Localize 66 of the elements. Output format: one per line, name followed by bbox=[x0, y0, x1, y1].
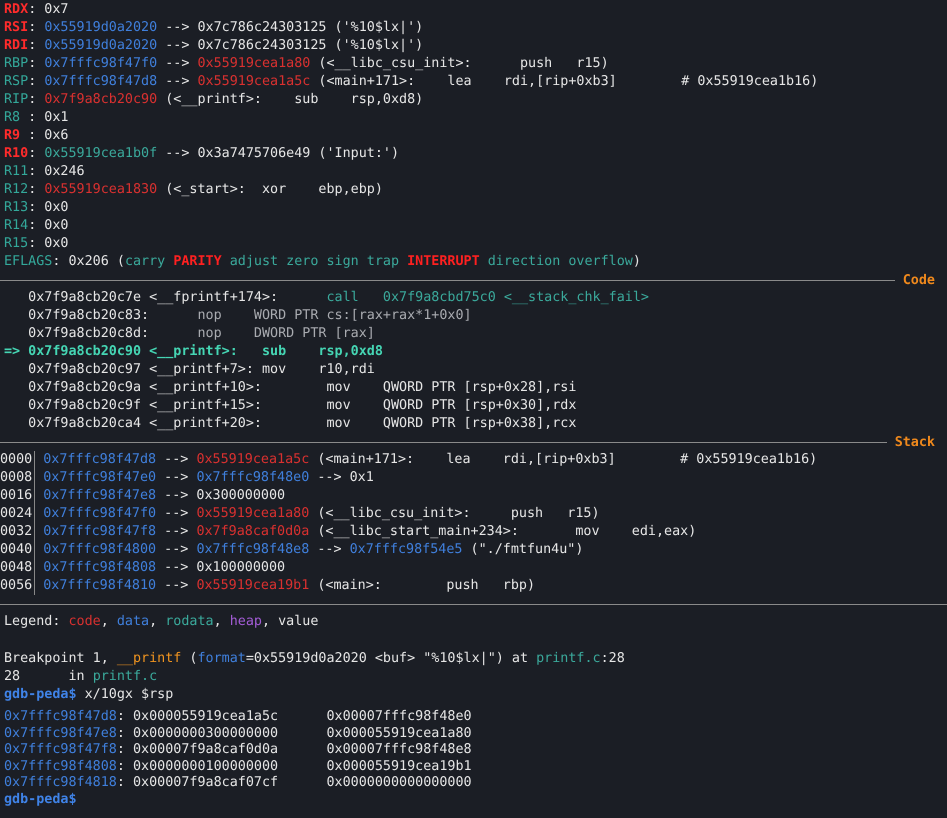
disassembly-line: => 0x7f9a8cb20c90 <__printf>: sub rsp,0xd8 bbox=[3, 343, 384, 361]
register-name: RIP bbox=[4, 92, 28, 107]
stack-entry: 0x7fffc98f4808 --> 0x100000000 bbox=[43, 560, 286, 575]
register-name: R10 bbox=[4, 146, 28, 161]
console-line: 0x7fffc98f4818: 0x00007f9a8caf07cf 0x0000000000000000 bbox=[3, 775, 473, 792]
register-value: : 0x7 bbox=[28, 2, 68, 17]
register-value: : 0x7f9a8cb20c90 (<__printf>: sub rsp,0xd8) bbox=[28, 92, 424, 107]
console-line: Breakpoint 1, __printf (format=0x55919d0a2020 <buf> "%10$lx|") at printf.c:28 bbox=[3, 650, 626, 668]
register-value: : 0x7fffc98f47d8 --> 0x55919cea1a5c (<main+171>: lea rdi,[rip+0xb3] # 0x55919cea1b16) bbox=[28, 74, 818, 89]
disassembly-line: 0x7f9a8cb20c9f <__printf+15>: mov QWORD PTR [rsp+0x30],rdx bbox=[27, 397, 578, 415]
register-value: : 0x55919cea1b0f --> 0x3a7475706e49 ('Input:') bbox=[28, 146, 400, 161]
section-title: Stack bbox=[894, 434, 936, 450]
register-name: R12 bbox=[4, 182, 28, 197]
console-line: gdb-peda$ bbox=[3, 792, 78, 809]
disassembly-line: 0x7f9a8cb20c97 <__printf+7>: mov r10,rdi bbox=[27, 361, 376, 379]
console-line: 28 in printf.c bbox=[3, 668, 158, 686]
disassembly-line: 0x7f9a8cb20ca4 <__printf+20>: mov QWORD PTR [rsp+0x38],rcx bbox=[27, 415, 578, 433]
stack-entry: 0x7fffc98f47d8 --> 0x55919cea1a5c (<main+171>: lea rdi,[rip+0xb3] # 0x55919cea1b16) bbox=[43, 452, 818, 467]
register-value: : 0x0 bbox=[28, 218, 68, 233]
console-line: 0x7fffc98f4808: 0x0000000100000000 0x000055919cea19b1 bbox=[3, 758, 473, 776]
stack-entry: 0x7fffc98f4800 --> 0x7fffc98f48e8 --> 0x7fffc98f54e5 ("./fmtfun4u") bbox=[43, 542, 584, 557]
register-name: RSP bbox=[4, 74, 28, 89]
register-name: R11 bbox=[4, 164, 28, 179]
register-value: : 0x0 bbox=[28, 200, 68, 215]
register-value: : 0x55919d0a2020 --> 0x7c786c24303125 ('%10$lx|') bbox=[28, 38, 424, 53]
console-line: 0x7fffc98f47f8: 0x00007f9a8caf0d0a 0x00007fffc98f48e8 bbox=[3, 742, 473, 759]
register-value: : 0x246 bbox=[28, 164, 85, 179]
console-line: gdb-peda$ x/10gx $rsp bbox=[3, 686, 174, 704]
register-value: : 0x1 bbox=[27, 110, 68, 125]
register-name: R13 bbox=[4, 200, 28, 215]
register-value: : 0x0 bbox=[28, 236, 68, 251]
stack-entry: 0x7fffc98f47e8 --> 0x300000000 bbox=[43, 488, 286, 503]
stack-offset: 0056 bbox=[0, 577, 36, 595]
stack-entry: 0x7fffc98f4810 --> 0x55919cea19b1 (<main>: push rbp) bbox=[43, 578, 536, 593]
stack-offset: 0032 bbox=[0, 523, 36, 541]
stack-offset: 0016 bbox=[0, 487, 36, 505]
stack-offset: 0024 bbox=[0, 505, 36, 523]
register-name: RSI bbox=[4, 20, 28, 35]
stack-offset: 0048 bbox=[0, 559, 36, 577]
register-value: : 0x7fffc98f47f0 --> 0x55919cea1a80 (<__libc_csu_init>: push r15) bbox=[28, 56, 609, 71]
register-value: : 0x6 bbox=[27, 128, 68, 143]
disassembly-line: 0x7f9a8cb20c8d: nop DWORD PTR [rax] bbox=[27, 325, 376, 343]
stack-offset: 0008 bbox=[0, 469, 36, 487]
register-name: R14 bbox=[4, 218, 28, 233]
register-name: R8 bbox=[4, 110, 20, 125]
section-title: Code bbox=[902, 272, 936, 288]
stack-entry: 0x7fffc98f47f8 --> 0x7f9a8caf0d0a (<__libc_start_main+234>: mov edi,eax) bbox=[43, 524, 696, 539]
disassembly-line: 0x7f9a8cb20c9a <__printf+10>: mov QWORD PTR [rsp+0x28],rsi bbox=[27, 379, 578, 397]
register-value: : 0x206 (carry PARITY adjust zero sign trap INTERRUPT direction overflow) bbox=[52, 254, 641, 269]
disassembly-line: 0x7f9a8cb20c83: nop WORD PTR cs:[rax+rax*1+0x0] bbox=[27, 307, 473, 325]
console-line: 0x7fffc98f47e8: 0x0000000300000000 0x000055919cea1a80 bbox=[3, 726, 473, 742]
disassembly-line: 0x7f9a8cb20c7e <__fprintf+174>: call 0x7f9a8cbd75c0 <__stack_chk_fail> bbox=[27, 289, 650, 307]
register-name: R9 bbox=[4, 128, 20, 143]
register-name: EFLAGS bbox=[4, 254, 52, 269]
register-value: : 0x55919cea1830 (<_start>: xor ebp,ebp) bbox=[28, 182, 383, 197]
register-value: : 0x55919d0a2020 --> 0x7c786c24303125 ('%10$lx|') bbox=[28, 20, 424, 35]
register-name: RDX bbox=[4, 2, 28, 17]
stack-entry: 0x7fffc98f47e0 --> 0x7fffc98f48e0 --> 0x1 bbox=[43, 470, 374, 485]
register-name: RBP bbox=[4, 56, 28, 71]
console-line: 0x7fffc98f47d8: 0x000055919cea1a5c 0x00007fffc98f48e0 bbox=[3, 709, 473, 726]
stack-entry: 0x7fffc98f47f0 --> 0x55919cea1a80 (<__libc_csu_init>: push r15) bbox=[43, 506, 600, 521]
register-name: R15 bbox=[4, 236, 28, 251]
register-name: RDI bbox=[4, 38, 28, 53]
stack-offset: 0040 bbox=[0, 541, 36, 559]
legend-line: Legend: code, data, rodata, heap, value bbox=[3, 613, 320, 631]
stack-offset: 0000 bbox=[0, 451, 36, 469]
